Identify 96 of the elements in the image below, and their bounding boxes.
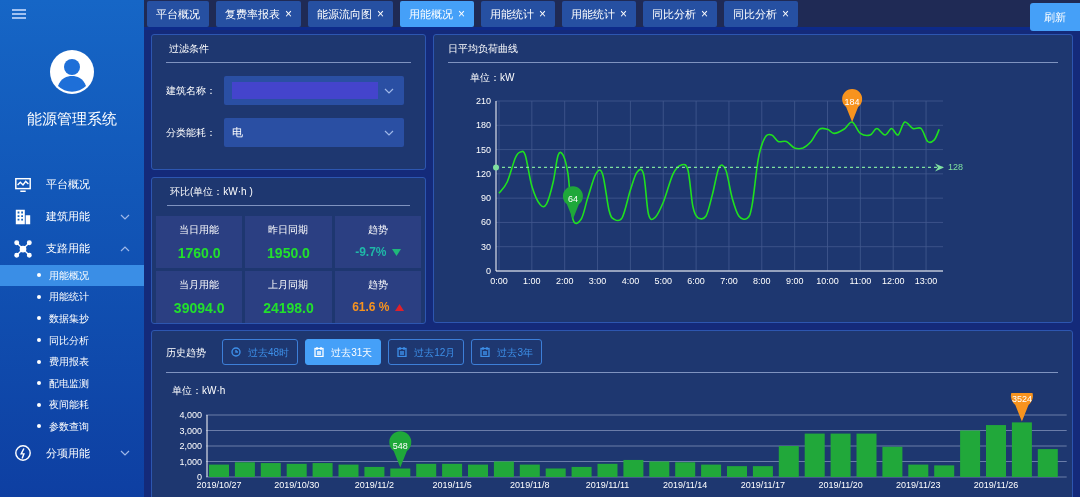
close-icon[interactable]: × [377, 5, 385, 23]
panel-title: 日平均负荷曲线 [448, 41, 1058, 63]
nav-subitem[interactable]: 夜间能耗 [0, 394, 144, 416]
panel-title: 环比(单位：kW·h ) [167, 184, 410, 206]
marker-pin: 184 [842, 89, 863, 123]
x-tick-label: 2019/11/5 [432, 480, 472, 490]
unit-label: 单位：kW [470, 71, 515, 85]
x-tick-label: 3:00 [588, 276, 607, 286]
field-label: 建筑名称： [166, 84, 217, 98]
field-label: 分类能耗： [166, 126, 217, 140]
y-tick-label: 60 [480, 217, 491, 228]
x-tick-label: 7:00 [720, 276, 738, 286]
x-tick-label: 5:00 [654, 276, 673, 286]
nav-item[interactable]: 建筑用能 [0, 200, 144, 233]
range-button[interactable]: 过去48时 [222, 339, 299, 365]
y-tick-label: 3,000 [179, 425, 202, 436]
x-tick-label: 2:00 [555, 276, 574, 286]
x-tick-label: 4:00 [621, 276, 640, 286]
y-tick-label: 2,000 [179, 441, 202, 451]
annotation: 184 [844, 97, 860, 108]
tab[interactable]: 同比分析 × [643, 1, 718, 27]
stat-label: 当日用能 [179, 223, 220, 237]
tab[interactable]: 同比分析 × [724, 1, 799, 27]
stat-label: 昨日同期 [268, 223, 309, 237]
x-tick-label: 2019/11/26 [973, 480, 1019, 490]
x-tick-label: 2019/11/20 [818, 480, 863, 490]
annotation: 64 [567, 194, 578, 205]
x-tick-label: 10:00 [816, 276, 839, 286]
stat-value: -9.7% [355, 244, 387, 262]
stat-label: 当月用能 [179, 278, 220, 292]
stat-value: 39094.0 [173, 299, 225, 319]
close-icon[interactable]: × [285, 5, 292, 23]
y-tick-label: 210 [475, 96, 491, 106]
nav-subitem[interactable]: 数据集抄 [0, 307, 144, 330]
app-title: 能源管理系统 [26, 109, 118, 129]
y-tick-label: 1,000 [179, 456, 202, 467]
nav-subitem[interactable]: 配电监测 [0, 372, 144, 395]
y-tick-label: 4,000 [179, 410, 202, 420]
stat-value: 61.6 % [352, 299, 390, 317]
close-icon[interactable]: × [782, 5, 790, 23]
close-icon[interactable]: × [620, 5, 628, 23]
nav-subitem[interactable]: 费用报表 [0, 350, 144, 373]
x-tick-label: 2019/11/8 [510, 480, 550, 490]
stat-value: 1760.0 [177, 244, 221, 264]
marker-pin: 64 [562, 186, 583, 220]
stat-value: 24198.0 [263, 299, 314, 319]
y-tick-label: 150 [475, 144, 491, 155]
annotation: 548 [392, 440, 408, 451]
x-tick-label: 8:00 [753, 276, 771, 286]
panel-title: 历史趋势 [166, 345, 206, 360]
x-tick-label: 2019/10/27 [196, 480, 242, 490]
unit-label: 单位：kW·h [172, 384, 226, 398]
average-label: 128 [948, 162, 964, 173]
marker-pin: 3524 [1010, 393, 1033, 422]
nav-subitem[interactable]: 用能统计 [0, 286, 144, 308]
nav-item[interactable]: 平台概况 [0, 168, 144, 201]
tab[interactable]: 复费率报表 × [216, 1, 301, 27]
marker-pin: 548 [389, 431, 412, 468]
x-tick-label: 1:00 [523, 276, 541, 286]
x-tick-label: 9:00 [785, 276, 804, 286]
y-tick-label: 0 [485, 266, 491, 276]
tab[interactable]: 用能统计 × [562, 1, 637, 27]
close-icon[interactable]: × [701, 5, 709, 23]
stat-label: 上月同期 [268, 278, 309, 292]
y-tick-label: 120 [475, 168, 491, 179]
x-tick-label: 2019/11/23 [896, 480, 941, 490]
stat-value: 1950.0 [267, 244, 310, 264]
nav-item[interactable]: 支路用能 [0, 232, 144, 265]
nav-subitem[interactable]: 同比分析 [0, 329, 144, 351]
x-tick-label: 0:00 [490, 276, 508, 286]
close-icon[interactable]: × [539, 5, 547, 23]
nav-subitem[interactable]: 参数查询 [0, 415, 144, 438]
x-tick-label: 2019/11/14 [663, 480, 708, 490]
x-tick-label: 13:00 [914, 276, 938, 286]
range-button[interactable]: 过去12月 [388, 339, 465, 365]
tab[interactable]: 平台概况 [147, 1, 209, 27]
select-field[interactable]: 电 [224, 118, 404, 147]
x-tick-label: 12:00 [881, 276, 905, 286]
tab[interactable]: 能源流向图 × [308, 1, 394, 27]
stat-label: 趋势 [367, 278, 388, 292]
x-tick-label: 2019/11/11 [585, 480, 630, 490]
x-tick-label: 2019/10/30 [274, 480, 320, 490]
y-tick-label: 30 [480, 241, 491, 252]
x-tick-label: 6:00 [687, 276, 705, 286]
select-value: 电 [232, 125, 243, 141]
x-tick-label: 2019/11/2 [354, 480, 395, 490]
y-tick-label: 180 [475, 120, 491, 131]
panel-title: 过滤条件 [166, 41, 411, 63]
x-tick-label: 11:00 [849, 276, 872, 286]
tab[interactable]: 用能统计 × [481, 1, 556, 27]
stat-label: 趋势 [367, 223, 388, 237]
nav-item[interactable]: 分项用能 [0, 437, 144, 470]
x-tick-label: 2019/11/17 [740, 480, 786, 490]
y-tick-label: 90 [480, 193, 491, 204]
y-tick-label: 0 [196, 472, 202, 482]
range-button[interactable]: 过去3年 [471, 339, 542, 365]
